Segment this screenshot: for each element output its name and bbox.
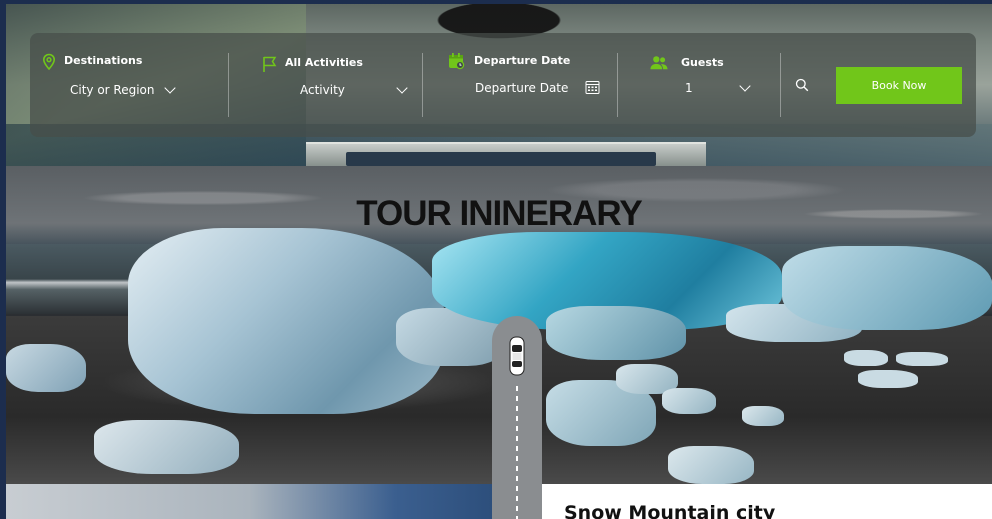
mountain-city-image xyxy=(6,484,492,519)
destinations-select[interactable]: City or Region xyxy=(70,83,155,97)
ice-chunk xyxy=(844,350,888,366)
road-dashes xyxy=(516,386,518,519)
map-pin-icon xyxy=(42,53,56,71)
activity-select[interactable]: Activity xyxy=(300,83,345,97)
guests-field[interactable]: Guests 1 xyxy=(618,33,780,137)
chevron-down-icon[interactable] xyxy=(396,82,408,94)
chevron-down-icon[interactable] xyxy=(164,82,176,94)
itinerary-title: TOUR ININERARY xyxy=(356,194,642,233)
ice-chunk xyxy=(782,246,992,330)
ice-chunk xyxy=(742,406,784,426)
users-icon xyxy=(650,56,668,70)
chevron-down-icon[interactable] xyxy=(739,80,751,92)
ice-chunk xyxy=(546,306,686,360)
search-bar: Destinations City or Region All Activiti… xyxy=(30,33,976,137)
ice-chunk xyxy=(94,420,239,474)
car-icon xyxy=(509,336,525,376)
activities-label: All Activities xyxy=(285,56,363,69)
guests-select[interactable]: 1 xyxy=(685,81,693,95)
ice-chunk xyxy=(6,344,86,392)
calendar-icon xyxy=(449,53,465,70)
search-icon[interactable] xyxy=(795,78,809,92)
tour-stop-card: Snow Mountain city xyxy=(542,484,992,519)
plane-wing-image xyxy=(306,142,706,166)
destinations-label: Destinations xyxy=(64,54,143,67)
departure-label: Departure Date xyxy=(474,54,571,67)
guests-label: Guests xyxy=(681,56,724,69)
flag-icon xyxy=(263,56,277,72)
divider xyxy=(780,53,781,117)
ice-chunk xyxy=(668,446,754,484)
book-now-button[interactable]: Book Now xyxy=(836,67,962,104)
destinations-field[interactable]: Destinations City or Region xyxy=(30,33,228,137)
calendar-grid-icon[interactable] xyxy=(585,80,600,95)
card-title: Snow Mountain city xyxy=(564,502,776,519)
ice-chunk xyxy=(662,388,716,414)
departure-date-input[interactable]: Departure Date xyxy=(475,81,568,95)
ice-chunk xyxy=(858,370,918,388)
ice-chunk xyxy=(896,352,948,366)
activities-field[interactable]: All Activities Activity xyxy=(229,33,422,137)
departure-field[interactable]: Departure Date Departure Date xyxy=(423,33,617,137)
